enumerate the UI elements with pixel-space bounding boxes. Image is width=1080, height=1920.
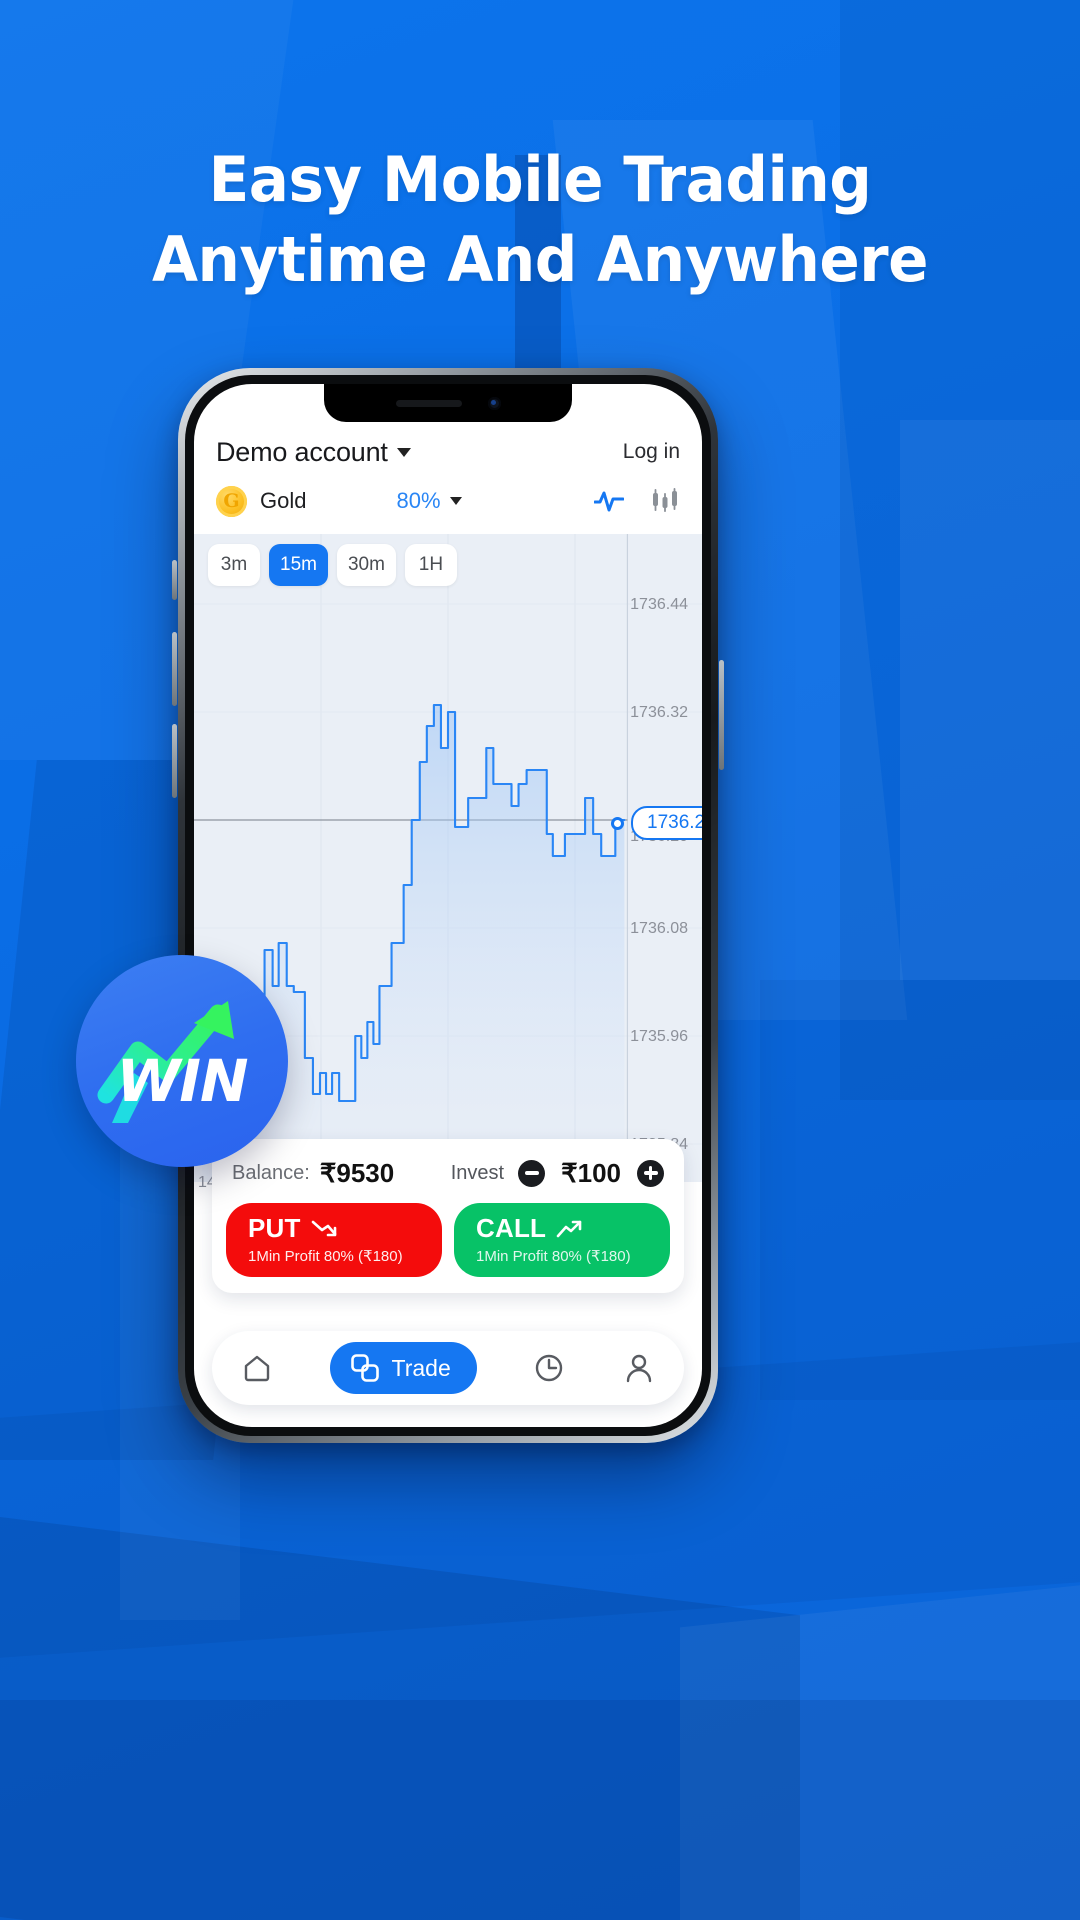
chart-y-axis: 1736.44 1736.32 1736.20 1736.08 1735.96 … (598, 534, 694, 1182)
login-button[interactable]: Log in (623, 440, 680, 464)
y-tick-label: 1736.32 (630, 704, 688, 721)
phone-notch (324, 384, 572, 422)
current-price-label: 1736.24 (631, 806, 702, 840)
headline-line-2: Anytime And Anywhere (151, 223, 929, 296)
timeframe-1h[interactable]: 1H (404, 544, 457, 586)
balance-row: Balance: ₹9530 Invest ₹100 (226, 1153, 670, 1193)
phone-power-button (719, 660, 724, 770)
balance-value: ₹9530 (319, 1157, 395, 1188)
invest-label: Invest (450, 1161, 505, 1184)
bg-shape (0, 1700, 1080, 1920)
phone-volume-up-button (172, 632, 177, 706)
bg-shape (760, 980, 1080, 1400)
arrow-up-right-icon (556, 1220, 582, 1237)
invest-decrease-button[interactable] (518, 1159, 546, 1187)
phone-mute-switch (172, 560, 177, 600)
arrow-down-right-icon (311, 1220, 336, 1236)
put-button[interactable]: PUT 1Min Profit 80% (₹180) (226, 1203, 442, 1277)
account-selector[interactable]: Demo account (216, 437, 411, 468)
chevron-down-icon (396, 447, 411, 457)
trade-squares-icon (350, 1354, 379, 1382)
phone-volume-down-button (172, 724, 177, 798)
home-icon (244, 1355, 270, 1382)
bottom-navigation: Trade (212, 1331, 684, 1405)
clock-icon (536, 1354, 563, 1382)
candlestick-chart-icon[interactable] (650, 486, 680, 516)
payout-value: 80% (396, 488, 441, 513)
phone-screen: Demo account Log in G Gold 80% 3m 15m 30… (194, 384, 702, 1427)
headline-line-1: Easy Mobile Trading (208, 143, 872, 216)
asset-row: G Gold 80% (216, 476, 680, 526)
timeframe-selector: 3m 15m 30m 1H (208, 544, 457, 586)
nav-profile-button[interactable] (622, 1351, 656, 1385)
timeframe-30m[interactable]: 30m (336, 544, 396, 586)
bg-shape (900, 420, 1080, 980)
account-row: Demo account Log in (216, 430, 680, 474)
nav-trade-label: Trade (391, 1354, 451, 1381)
earpiece-speaker-icon (395, 399, 462, 407)
promo-headline: Easy Mobile Trading Anytime And Anywhere (0, 140, 1080, 300)
chart-type-controls (594, 486, 680, 516)
front-camera-icon (487, 396, 501, 410)
line-chart-icon[interactable] (594, 486, 624, 516)
gold-coin-icon: G (216, 485, 247, 517)
y-tick-label: 1736.44 (630, 596, 688, 613)
current-price-marker: 1736.24 (611, 806, 702, 840)
y-tick-label: 1736.08 (630, 920, 688, 937)
invest-value[interactable]: ₹100 (561, 1158, 621, 1189)
y-tick-label: 1735.96 (630, 1028, 688, 1045)
timeframe-3m[interactable]: 3m (208, 544, 260, 586)
invest-increase-button[interactable] (637, 1159, 664, 1187)
put-button-top: PUT (248, 1213, 442, 1244)
call-button-top: CALL (476, 1213, 670, 1244)
trade-buttons: PUT 1Min Profit 80% (₹180) CALL 1Min Pro… (226, 1203, 670, 1277)
nav-trade-button[interactable]: Trade (329, 1342, 477, 1394)
call-subtitle: 1Min Profit 80% (₹180) (476, 1248, 631, 1265)
phone-bezel: Demo account Log in G Gold 80% 3m 15m 30… (185, 375, 711, 1436)
brand-logo-text: WIN (116, 1047, 248, 1115)
phone-mockup: Demo account Log in G Gold 80% 3m 15m 30… (178, 368, 718, 1443)
payout-selector[interactable]: 80% (396, 488, 462, 514)
put-subtitle: 1Min Profit 80% (₹180) (248, 1248, 403, 1265)
asset-name[interactable]: Gold (260, 488, 306, 514)
nav-home-button[interactable] (240, 1351, 274, 1385)
chevron-down-icon (449, 497, 462, 505)
brand-logo-badge: WIN (76, 955, 288, 1167)
timeframe-15m[interactable]: 15m (269, 544, 328, 586)
account-label: Demo account (216, 436, 388, 467)
put-label: PUT (248, 1213, 301, 1243)
call-button[interactable]: CALL 1Min Profit 80% (₹180) (454, 1203, 670, 1277)
nav-history-button[interactable] (532, 1351, 566, 1385)
person-icon (626, 1354, 652, 1383)
call-label: CALL (476, 1213, 547, 1243)
current-price-dot (611, 816, 624, 830)
